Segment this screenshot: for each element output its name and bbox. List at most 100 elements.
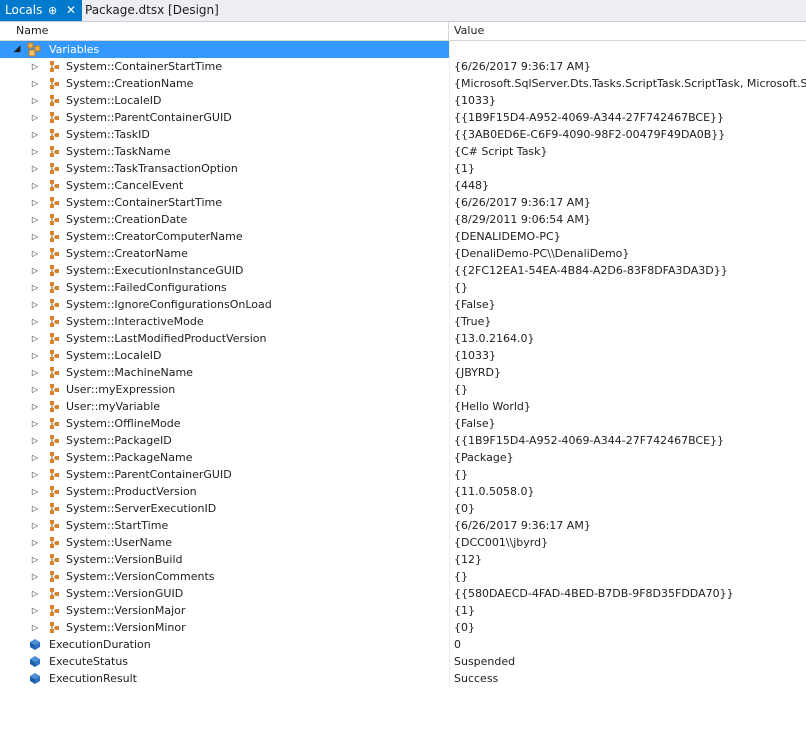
- expand-arrow-icon[interactable]: ▷: [30, 194, 40, 211]
- expand-arrow-icon[interactable]: ▷: [30, 330, 40, 347]
- expand-arrow-icon[interactable]: ▷: [30, 296, 40, 313]
- value-cell[interactable]: {13.0.2164.0}: [449, 330, 806, 347]
- value-cell[interactable]: {C# Script Task}: [449, 143, 806, 160]
- tree-row-variables[interactable]: ◢ Variables: [0, 41, 806, 58]
- value-cell[interactable]: Success: [449, 670, 806, 687]
- value-cell[interactable]: {Package}: [449, 449, 806, 466]
- expand-arrow-icon[interactable]: ▷: [30, 483, 40, 500]
- expand-arrow-icon[interactable]: ▷: [30, 398, 40, 415]
- expand-arrow-icon[interactable]: ▷: [30, 109, 40, 126]
- expand-arrow-icon[interactable]: ▷: [30, 177, 40, 194]
- expand-arrow-icon[interactable]: ▷: [30, 585, 40, 602]
- value-cell[interactable]: {JBYRD}: [449, 364, 806, 381]
- value-cell[interactable]: {False}: [449, 296, 806, 313]
- expand-arrow-icon[interactable]: ▷: [30, 381, 40, 398]
- value-cell[interactable]: {1}: [449, 602, 806, 619]
- tree-row-variable[interactable]: ▷ System::CreationName {Microsoft.SqlServe…: [0, 75, 806, 92]
- tree-row-variable[interactable]: ▷ System::FailedConfigurations {}: [0, 279, 806, 296]
- tree-row-variable[interactable]: ▷ System::LocaleID {1033}: [0, 347, 806, 364]
- value-cell[interactable]: {6/26/2017 9:36:17 AM}: [449, 58, 806, 75]
- value-cell[interactable]: 0: [449, 636, 806, 653]
- tree-row-variable[interactable]: ▷ System::PackageName {Package}: [0, 449, 806, 466]
- tree-row-result[interactable]: ExecutionDuration 0: [0, 636, 806, 653]
- expand-arrow-icon[interactable]: ▷: [30, 143, 40, 160]
- expand-arrow-icon[interactable]: ▷: [30, 449, 40, 466]
- value-cell[interactable]: {DenaliDemo-PC\\DenaliDemo}: [449, 245, 806, 262]
- tree-row-variable[interactable]: ▷ System::TaskTransactionOption {1}: [0, 160, 806, 177]
- expand-arrow-icon[interactable]: ▷: [30, 534, 40, 551]
- tree-row-result[interactable]: ExecutionResult Success: [0, 670, 806, 687]
- value-cell[interactable]: {Hello World}: [449, 398, 806, 415]
- expand-arrow-icon[interactable]: ▷: [30, 211, 40, 228]
- tree-row-variable[interactable]: ▷ System::InteractiveMode {True}: [0, 313, 806, 330]
- tree-row-variable[interactable]: ▷ System::ExecutionInstanceGUID {{2FC12EA1…: [0, 262, 806, 279]
- tree-row-variable[interactable]: ▷ System::CreatorComputerName {DENALIDEMO-…: [0, 228, 806, 245]
- tree-row-variable[interactable]: ▷ System::VersionBuild {12}: [0, 551, 806, 568]
- value-cell[interactable]: {}: [449, 279, 806, 296]
- close-icon[interactable]: ✕: [66, 0, 76, 21]
- value-cell[interactable]: {8/29/2011 9:06:54 AM}: [449, 211, 806, 228]
- tree-row-variable[interactable]: ▷ System::CreationDate {8/29/2011 9:06:54 …: [0, 211, 806, 228]
- expand-arrow-icon[interactable]: ▷: [30, 262, 40, 279]
- collapse-arrow-icon[interactable]: ◢: [12, 41, 22, 58]
- expand-arrow-icon[interactable]: ▷: [30, 364, 40, 381]
- value-cell[interactable]: {DCC001\\jbyrd}: [449, 534, 806, 551]
- pin-icon[interactable]: ⊕: [48, 0, 57, 21]
- expand-arrow-icon[interactable]: ▷: [30, 126, 40, 143]
- value-cell[interactable]: {{3AB0ED6E-C6F9-4090-98F2-00479F49DA0B}}: [449, 126, 806, 143]
- tree-row-variable[interactable]: ▷ System::ServerExecutionID {0}: [0, 500, 806, 517]
- value-cell[interactable]: Suspended: [449, 653, 806, 670]
- tree-row-variable[interactable]: ▷ System::VersionMinor {0}: [0, 619, 806, 636]
- value-cell[interactable]: {}: [449, 568, 806, 585]
- tree-row-variable[interactable]: ▷ System::ParentContainerGUID {{1B9F15D4-A…: [0, 109, 806, 126]
- tree-row-variable[interactable]: ▷ System::UserName {DCC001\\jbyrd}: [0, 534, 806, 551]
- value-cell[interactable]: {12}: [449, 551, 806, 568]
- value-cell[interactable]: {6/26/2017 9:36:17 AM}: [449, 517, 806, 534]
- tree-row-result[interactable]: ExecuteStatus Suspended: [0, 653, 806, 670]
- column-header-name[interactable]: Name: [0, 22, 449, 40]
- tree-row-variable[interactable]: ▷ User::myExpression {}: [0, 381, 806, 398]
- expand-arrow-icon[interactable]: ▷: [30, 92, 40, 109]
- value-cell[interactable]: {DENALIDEMO-PC}: [449, 228, 806, 245]
- value-cell[interactable]: {{580DAECD-4FAD-4BED-B7DB-9F8D35FDDA70}}: [449, 585, 806, 602]
- expand-arrow-icon[interactable]: ▷: [30, 517, 40, 534]
- tree-row-variable[interactable]: ▷ System::CancelEvent {448}: [0, 177, 806, 194]
- expand-arrow-icon[interactable]: ▷: [30, 466, 40, 483]
- tree-row-variable[interactable]: ▷ System::VersionGUID {{580DAECD-4FAD-4BED…: [0, 585, 806, 602]
- tree-row-variable[interactable]: ▷ System::PackageID {{1B9F15D4-A952-4069-A…: [0, 432, 806, 449]
- tree-row-variable[interactable]: ▷ System::MachineName {JBYRD}: [0, 364, 806, 381]
- tab-package-design[interactable]: Package.dtsx [Design]: [84, 0, 219, 21]
- value-cell[interactable]: [449, 41, 806, 58]
- tree-row-variable[interactable]: ▷ System::VersionMajor {1}: [0, 602, 806, 619]
- column-header-value[interactable]: Value: [450, 22, 484, 40]
- expand-arrow-icon[interactable]: ▷: [30, 313, 40, 330]
- tab-locals[interactable]: Locals ⊕ ✕: [0, 0, 82, 21]
- expand-arrow-icon[interactable]: ▷: [30, 245, 40, 262]
- expand-arrow-icon[interactable]: ▷: [30, 415, 40, 432]
- value-cell[interactable]: {448}: [449, 177, 806, 194]
- tree-row-variable[interactable]: ▷ System::ProductVersion {11.0.5058.0}: [0, 483, 806, 500]
- value-cell[interactable]: {1}: [449, 160, 806, 177]
- value-cell[interactable]: {0}: [449, 619, 806, 636]
- expand-arrow-icon[interactable]: ▷: [30, 432, 40, 449]
- value-cell[interactable]: {Microsoft.SqlServer.Dts.Tasks.ScriptTas…: [449, 75, 806, 92]
- value-cell[interactable]: {}: [449, 466, 806, 483]
- tree-row-variable[interactable]: ▷ System::StartTime {6/26/2017 9:36:17 AM}: [0, 517, 806, 534]
- value-cell[interactable]: {1033}: [449, 347, 806, 364]
- tree-row-variable[interactable]: ▷ System::LocaleID {1033}: [0, 92, 806, 109]
- expand-arrow-icon[interactable]: ▷: [30, 619, 40, 636]
- expand-arrow-icon[interactable]: ▷: [30, 228, 40, 245]
- tree-row-variable[interactable]: ▷ System::OfflineMode {False}: [0, 415, 806, 432]
- expand-arrow-icon[interactable]: ▷: [30, 347, 40, 364]
- value-cell[interactable]: {11.0.5058.0}: [449, 483, 806, 500]
- value-cell[interactable]: {1033}: [449, 92, 806, 109]
- expand-arrow-icon[interactable]: ▷: [30, 500, 40, 517]
- tree-row-variable[interactable]: ▷ System::IgnoreConfigurationsOnLoad {Fals…: [0, 296, 806, 313]
- value-cell[interactable]: {{1B9F15D4-A952-4069-A344-27F742467BCE}}: [449, 109, 806, 126]
- expand-arrow-icon[interactable]: ▷: [30, 58, 40, 75]
- expand-arrow-icon[interactable]: ▷: [30, 602, 40, 619]
- value-cell[interactable]: {True}: [449, 313, 806, 330]
- tree-row-variable[interactable]: ▷ System::TaskID {{3AB0ED6E-C6F9-4090-98F2…: [0, 126, 806, 143]
- expand-arrow-icon[interactable]: ▷: [30, 568, 40, 585]
- expand-arrow-icon[interactable]: ▷: [30, 551, 40, 568]
